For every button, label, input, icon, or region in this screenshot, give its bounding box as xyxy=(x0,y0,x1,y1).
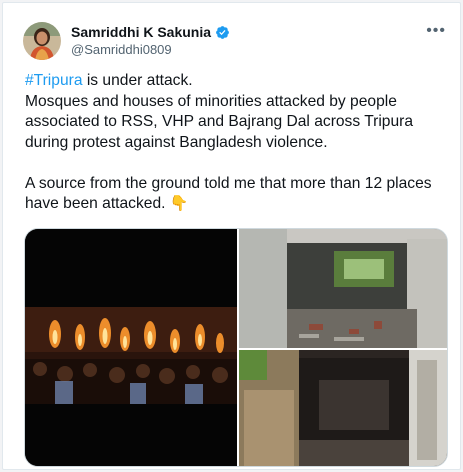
damaged-room-photo[interactable] xyxy=(239,229,447,348)
burnt-interior-photo[interactable] xyxy=(239,350,447,466)
media-grid xyxy=(24,228,448,467)
tweet-line1: is under attack. xyxy=(82,72,193,89)
author-name-row[interactable]: Samriddhi K Sakunia xyxy=(71,24,230,40)
more-options-icon[interactable]: ••• xyxy=(426,22,446,40)
author-name[interactable]: Samriddhi K Sakunia xyxy=(71,24,211,40)
hashtag-link[interactable]: #Tripura xyxy=(25,72,83,89)
torch-rally-photo[interactable] xyxy=(25,229,237,466)
author-handle[interactable]: @Samriddhi0809 xyxy=(71,42,172,57)
tweet-text: #Tripura is under attack. Mosques and ho… xyxy=(25,71,455,215)
pointing-down-emoji-icon: 👇 xyxy=(169,195,189,212)
tweet-body: Mosques and houses of minorities attacke… xyxy=(25,92,432,213)
tweet-card: Samriddhi K Sakunia @Samriddhi0809 ••• #… xyxy=(2,2,461,470)
avatar[interactable] xyxy=(23,22,61,60)
verified-badge-icon xyxy=(216,25,229,39)
